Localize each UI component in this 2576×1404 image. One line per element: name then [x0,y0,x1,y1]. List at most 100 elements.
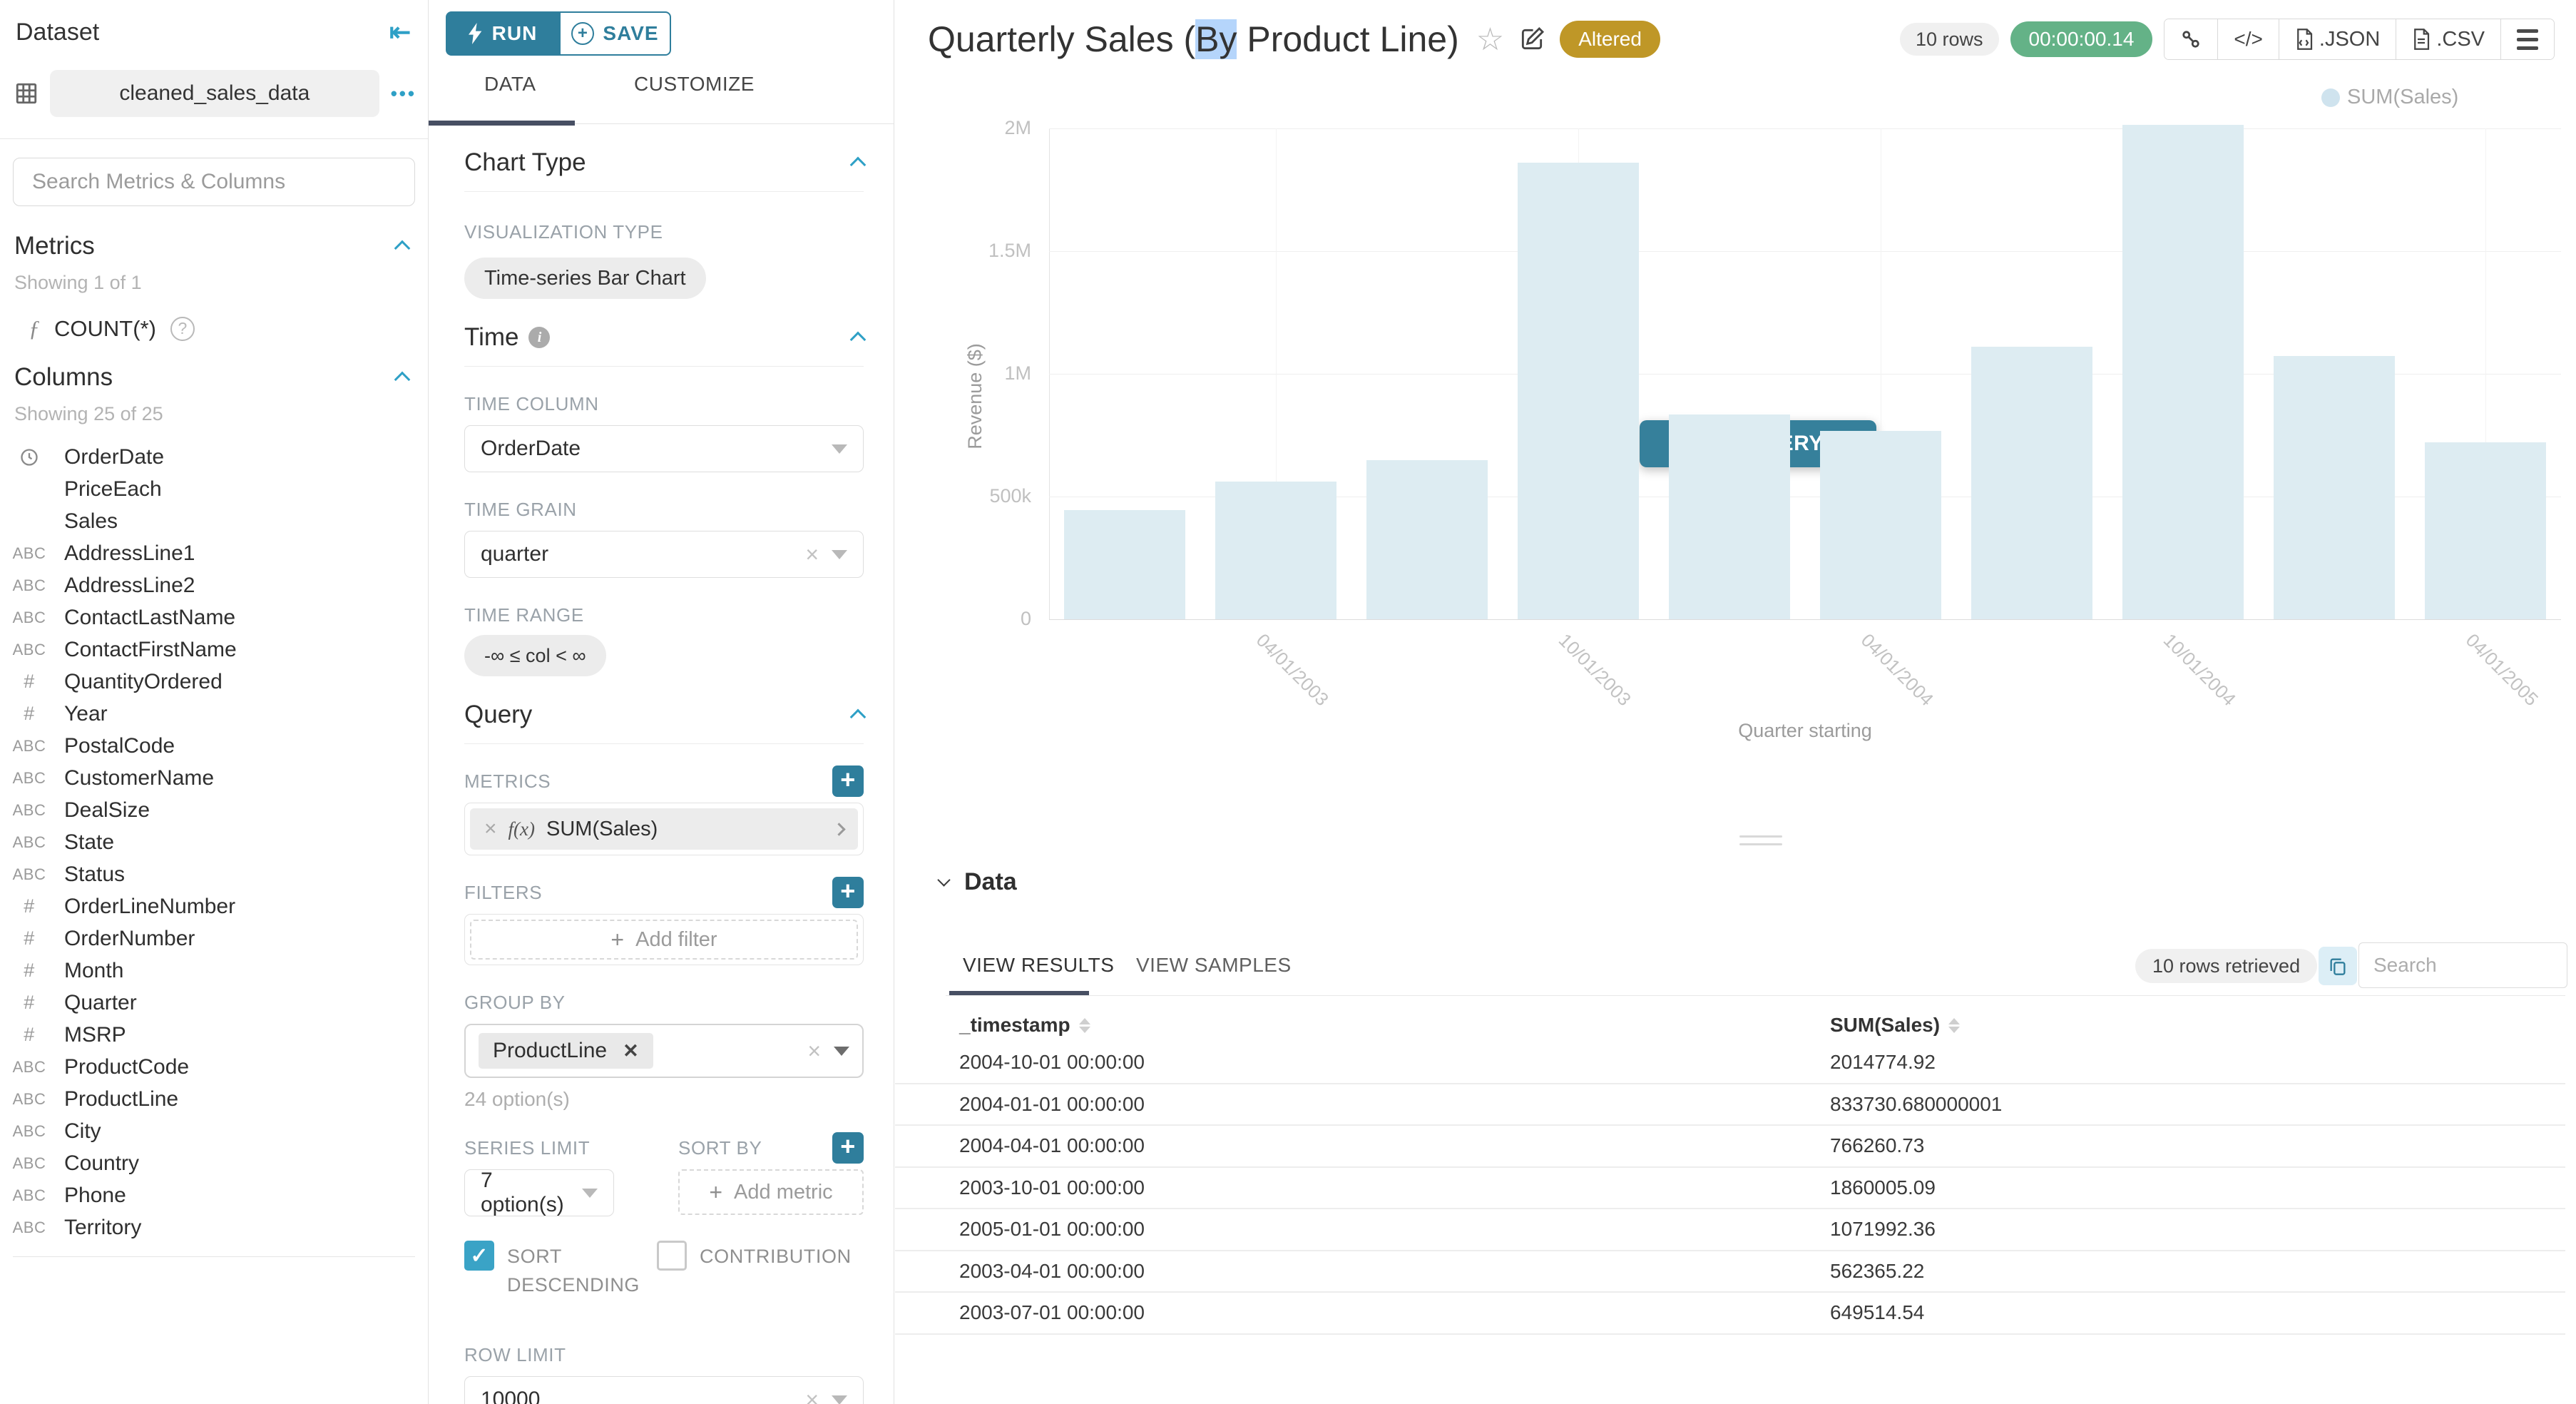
column-item[interactable]: ABCProductCode [0,1051,428,1083]
bar-2005-01-01[interactable] [2274,356,2395,619]
row-limit-select[interactable]: 10000 × [464,1376,864,1404]
time-column-select[interactable]: OrderDate [464,425,864,472]
bar-2004-07-01[interactable] [1971,347,2092,619]
column-item[interactable]: ABCDealSize [0,794,428,826]
chevron-right-icon[interactable] [832,823,845,835]
table-row[interactable]: 2004-04-01 00:00:00766260.73 [895,1126,2565,1168]
bar-2003-10-01[interactable] [1518,163,1639,619]
table-search-input[interactable] [2358,942,2567,988]
column-item[interactable]: PriceEach [0,473,428,505]
chart-title[interactable]: Quarterly Sales (By Product Line) [928,19,1459,60]
table-row[interactable]: 2004-01-01 00:00:00833730.680000001 [895,1084,2565,1126]
info-icon[interactable]: i [528,327,550,348]
column-item[interactable]: #Year [0,698,428,730]
share-link-button[interactable] [2164,19,2217,59]
group-by-select[interactable]: ProductLine ✕ × [464,1024,864,1078]
tab-data[interactable]: DATA [484,73,536,96]
add-metric-button[interactable]: + [832,765,864,797]
bar-2004-01-01[interactable] [1669,414,1790,619]
column-item[interactable]: ABCStatus [0,858,428,890]
column-item[interactable]: ABCCity [0,1115,428,1147]
clear-icon[interactable]: × [805,541,819,568]
clear-icon[interactable]: × [805,1387,819,1404]
column-item[interactable]: ABCContactFirstName [0,634,428,666]
column-item[interactable]: ABCAddressLine1 [0,537,428,569]
embed-code-button[interactable]: </> [2217,19,2278,59]
chevron-up-icon[interactable] [850,332,867,348]
add-filter-dropzone[interactable]: + Add filter [470,920,858,960]
run-button[interactable]: RUN [446,11,559,56]
column-item[interactable]: ABCState [0,826,428,858]
sort-icon[interactable] [1079,1018,1090,1033]
help-icon[interactable]: ? [170,317,195,341]
metric-item[interactable]: ƒ COUNT(*) ? [0,294,428,342]
table-row[interactable]: 2003-10-01 00:00:001860005.09 [895,1168,2565,1210]
column-item[interactable]: #Quarter [0,987,428,1019]
more-menu-button[interactable] [2500,19,2554,59]
bar-2004-10-01[interactable] [2122,125,2244,619]
collapse-panel-icon[interactable]: ⇤ [389,17,411,47]
column-header-sum-sales[interactable]: SUM(Sales) [1830,1014,1960,1037]
altered-badge[interactable]: Altered [1560,21,1660,58]
chevron-up-icon[interactable] [850,157,867,173]
time-range-pill[interactable]: -∞ ≤ col < ∞ [464,635,606,676]
table-row[interactable]: 2003-07-01 00:00:00649514.54 [895,1293,2565,1335]
sort-icon[interactable] [1948,1018,1960,1033]
chevron-up-icon[interactable] [394,240,411,257]
column-item[interactable]: #Month [0,955,428,987]
column-item[interactable]: ABCTerritory [0,1211,428,1243]
bar-2003-04-01[interactable] [1215,482,1336,619]
copy-data-button[interactable] [2319,947,2357,985]
column-item[interactable]: ABCContactLastName [0,601,428,634]
panel-resize-handle[interactable] [1739,835,1782,851]
bar-2004-04-01[interactable] [1820,431,1941,619]
series-limit-select[interactable]: 7 option(s) [464,1169,614,1216]
column-item[interactable]: ABCCustomerName [0,762,428,794]
column-item[interactable]: ABCPhone [0,1179,428,1211]
remove-chip-icon[interactable]: ✕ [623,1040,639,1062]
tab-customize[interactable]: CUSTOMIZE [634,73,755,96]
sort-descending-checkbox[interactable]: ✓ SORT DESCENDING [464,1241,657,1299]
tab-view-samples[interactable]: VIEW SAMPLES [1136,954,1292,977]
column-item[interactable]: ABCProductLine [0,1083,428,1115]
column-header-timestamp[interactable]: _timestamp [959,1014,1090,1037]
edit-properties-icon[interactable] [1518,26,1545,53]
contribution-checkbox[interactable]: CONTRIBUTION [657,1241,852,1299]
favorite-star-icon[interactable]: ☆ [1476,21,1504,58]
bar-2003-07-01[interactable] [1366,460,1488,619]
export-json-button[interactable]: .JSON [2279,19,2396,59]
sort-by-add-metric[interactable]: + Add metric [678,1169,864,1215]
column-item[interactable]: Sales [0,505,428,537]
checkbox-checked-icon[interactable]: ✓ [464,1241,494,1271]
column-item[interactable]: ABCPostalCode [0,730,428,762]
column-item[interactable]: ABCCountry [0,1147,428,1179]
column-item[interactable]: #MSRP [0,1019,428,1051]
group-by-chip[interactable]: ProductLine ✕ [479,1033,653,1069]
clear-icon[interactable]: × [807,1038,821,1064]
chart-legend[interactable]: SUM(Sales) [2321,86,2458,109]
bar-2005-04-01[interactable] [2425,442,2546,619]
visualization-type-pill[interactable]: Time-series Bar Chart [464,258,706,299]
metric-chip[interactable]: × f(x) SUM(Sales) [470,808,858,850]
column-item[interactable]: OrderDate [0,441,428,473]
checkbox-unchecked-icon[interactable] [657,1241,687,1271]
chevron-up-icon[interactable] [850,709,867,726]
add-filter-button[interactable]: + [832,877,864,908]
column-item[interactable]: #OrderLineNumber [0,890,428,922]
export-csv-button[interactable]: .CSV [2396,19,2500,59]
tab-view-results[interactable]: VIEW RESULTS [963,954,1114,977]
column-item[interactable]: #QuantityOrdered [0,666,428,698]
save-button[interactable]: + SAVE [559,11,671,56]
chevron-up-icon[interactable] [394,372,411,388]
dataset-name[interactable]: cleaned_sales_data [50,70,379,117]
dataset-more-icon[interactable]: ••• [391,83,416,105]
time-grain-select[interactable]: quarter × [464,531,864,578]
bar-2003-01-01[interactable] [1064,510,1185,619]
remove-metric-icon[interactable]: × [484,817,497,841]
table-row[interactable]: 2004-10-01 00:00:002014774.92 [895,1042,2565,1084]
metrics-columns-search-input[interactable] [13,158,415,206]
add-sort-metric-button[interactable]: + [832,1132,864,1164]
column-item[interactable]: #OrderNumber [0,922,428,955]
data-section-header[interactable]: Data [939,868,1017,896]
column-item[interactable]: ABCAddressLine2 [0,569,428,601]
